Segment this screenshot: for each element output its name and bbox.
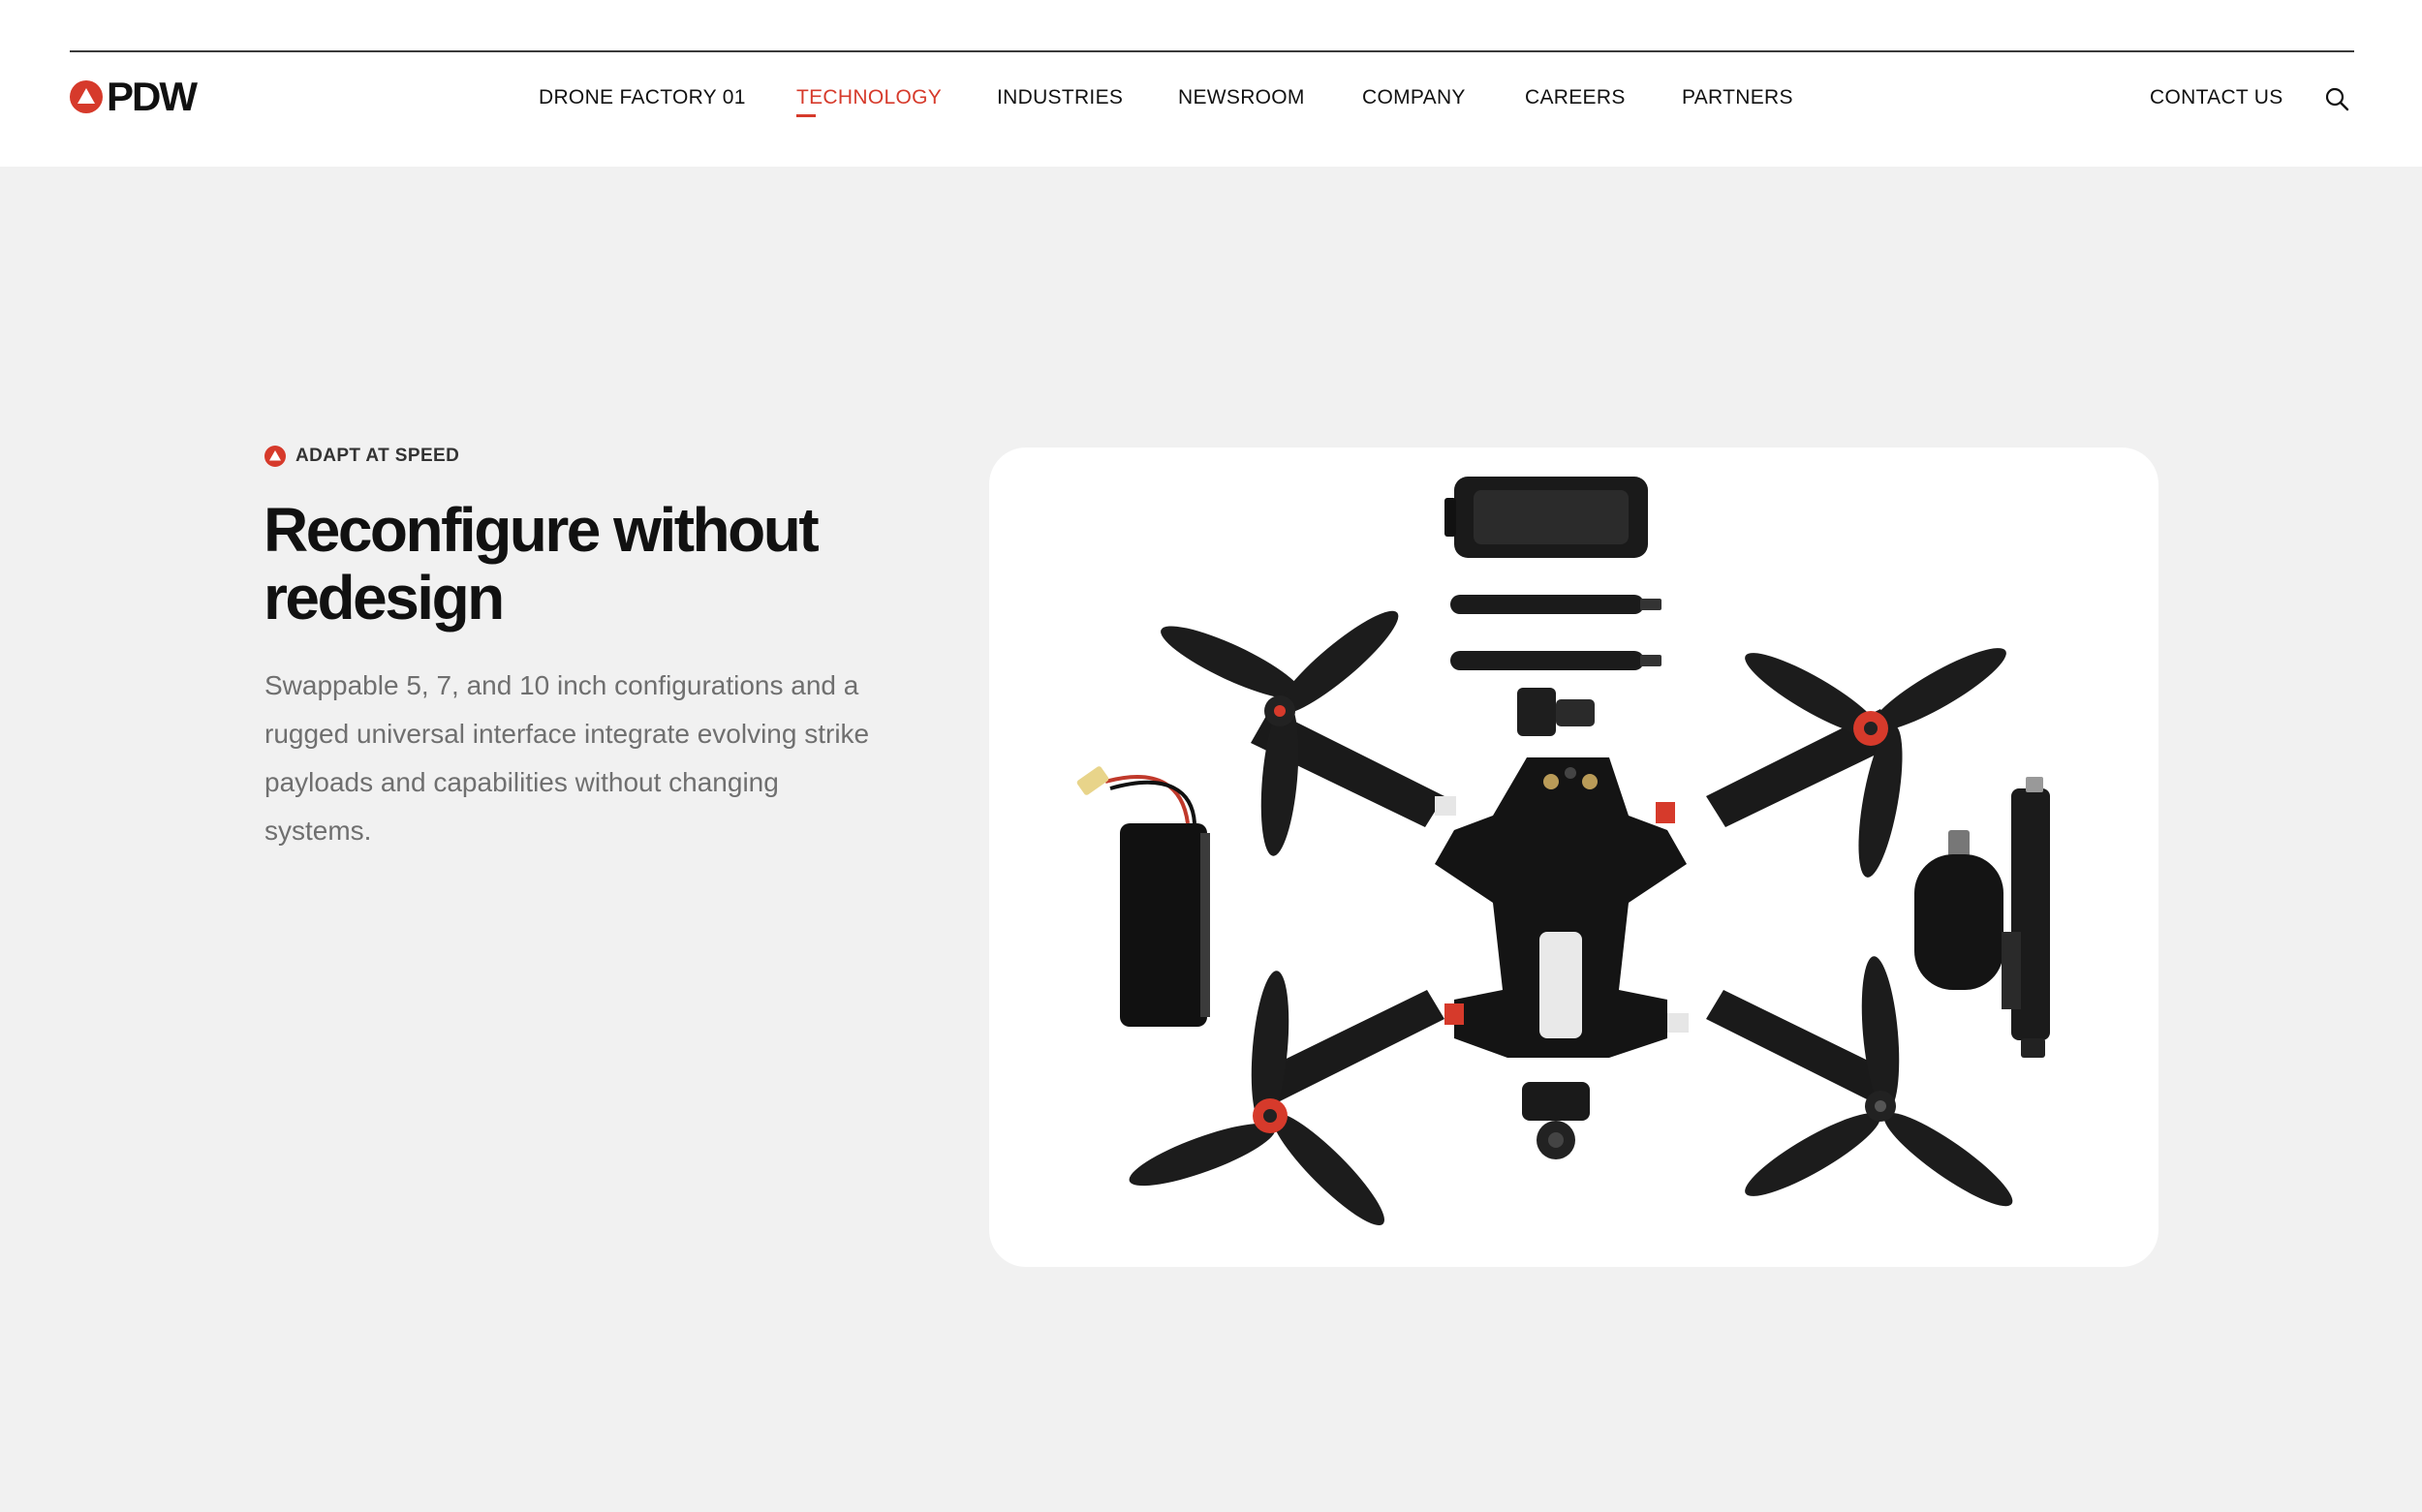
active-indicator [796, 114, 816, 117]
nav-item-industries[interactable]: INDUSTRIES [997, 83, 1123, 112]
modular-drone-parts-photo [989, 447, 2158, 1267]
brand-name: PDW [107, 74, 198, 119]
brand-logo[interactable]: PDW [70, 74, 198, 119]
drone-frame [1435, 757, 1687, 1058]
lipo-battery [1076, 766, 1210, 1027]
search-icon[interactable] [2323, 85, 2350, 112]
antenna-right [1450, 651, 1661, 670]
header-divider [70, 50, 2354, 52]
nav-item-partners[interactable]: PARTNERS [1682, 83, 1793, 112]
nav-item-drone-factory[interactable]: DRONE FACTORY 01 [539, 83, 746, 112]
propeller-top-right [1745, 648, 2006, 878]
nav-item-newsroom[interactable]: NEWSROOM [1178, 83, 1305, 112]
antenna-left [1450, 595, 1661, 614]
payload-gimbal [1914, 777, 2050, 1058]
camera-module [1522, 1082, 1590, 1159]
drone-illustration [1076, 477, 2050, 1225]
nav-item-technology[interactable]: TECHNOLOGY [796, 83, 943, 117]
propeller-bottom-right [1745, 956, 2013, 1207]
eyebrow-text: ADAPT AT SPEED [295, 446, 460, 466]
triangle-in-circle-icon [264, 446, 286, 467]
hero-description: Swappable 5, 7, and 10 inch configuratio… [264, 670, 870, 846]
page-title: Reconfigure without redesign [264, 495, 820, 633]
propeller-top-left [1161, 610, 1399, 856]
nav-item-company[interactable]: COMPANY [1362, 83, 1466, 112]
site-header: PDW DRONE FACTORY 01 TECHNOLOGY INDUSTRI… [0, 0, 2422, 167]
nav-item-label: TECHNOLOGY [796, 86, 943, 108]
triangle-in-circle-icon [70, 80, 103, 113]
eyebrow: ADAPT AT SPEED [264, 446, 459, 467]
contact-us-link[interactable]: CONTACT US [2150, 83, 2283, 112]
battery-case-top [1444, 477, 1648, 558]
camera-mount [1517, 688, 1595, 736]
nav-item-careers[interactable]: CAREERS [1525, 83, 1626, 112]
